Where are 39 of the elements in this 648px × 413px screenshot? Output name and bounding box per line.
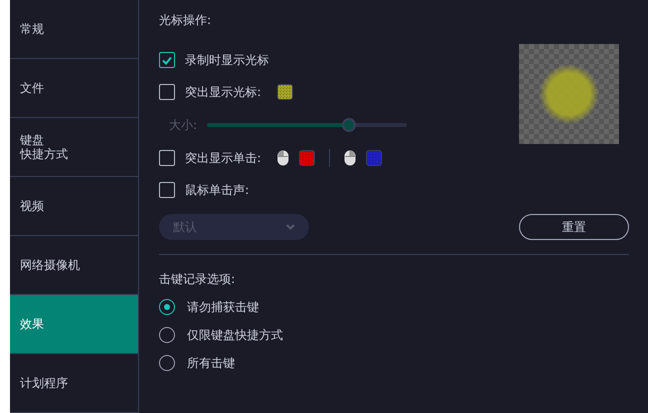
mouse-icon <box>344 150 356 166</box>
sidebar-item[interactable]: 计划程序 <box>10 354 138 413</box>
section-title: 击键记录选项: <box>159 271 236 288</box>
sidebar-label: 键盘 <box>20 133 44 147</box>
radio-label: 请勿捕获击键 <box>187 298 259 316</box>
checkbox[interactable] <box>159 182 175 198</box>
sidebar-item[interactable]: 常规 <box>10 0 138 59</box>
checkbox-label: 突出显示单击: <box>185 150 262 166</box>
reset-button[interactable]: 重置 <box>519 214 629 240</box>
checkbox-label: 突出显示光标: <box>185 84 262 100</box>
sidebar-label: 视频 <box>20 199 44 213</box>
sidebar-label: 网络摄像机 <box>20 258 80 272</box>
section-title: 光标操作: <box>159 12 212 29</box>
checkbox-label: 录制时显示光标 <box>185 52 269 68</box>
sidebar-item[interactable]: 效果 <box>10 295 138 354</box>
check-icon <box>162 56 172 64</box>
sidebar-label: 常规 <box>20 22 44 36</box>
sidebar-item[interactable]: 文件 <box>10 59 138 118</box>
checkbox[interactable] <box>159 150 175 166</box>
size-label: 大小: <box>169 116 198 134</box>
checkbox-label: 鼠标单击声: <box>185 182 250 198</box>
color-swatch[interactable] <box>277 84 294 100</box>
radio-button[interactable] <box>159 299 175 315</box>
sidebar-label: 效果 <box>20 317 44 331</box>
radio-label: 所有击键 <box>187 354 235 372</box>
radio-button[interactable] <box>159 355 175 371</box>
sidebar-item[interactable]: 视频 <box>10 177 138 236</box>
mouse-icon <box>277 150 290 166</box>
checkbox[interactable] <box>159 84 175 100</box>
color-swatch[interactable] <box>366 150 382 166</box>
sidebar-item[interactable]: 键盘 快捷方式 <box>10 118 138 177</box>
sidebar-label: 计划程序 <box>20 376 68 390</box>
checkbox[interactable] <box>159 52 175 68</box>
color-swatch[interactable] <box>299 150 316 166</box>
chevron-down-icon <box>286 224 295 230</box>
sidebar-label: 文件 <box>20 81 44 95</box>
sidebar-label: 快捷方式 <box>20 147 68 161</box>
radio-label: 仅限键盘快捷方式 <box>187 326 283 344</box>
radio-button[interactable] <box>159 327 175 343</box>
